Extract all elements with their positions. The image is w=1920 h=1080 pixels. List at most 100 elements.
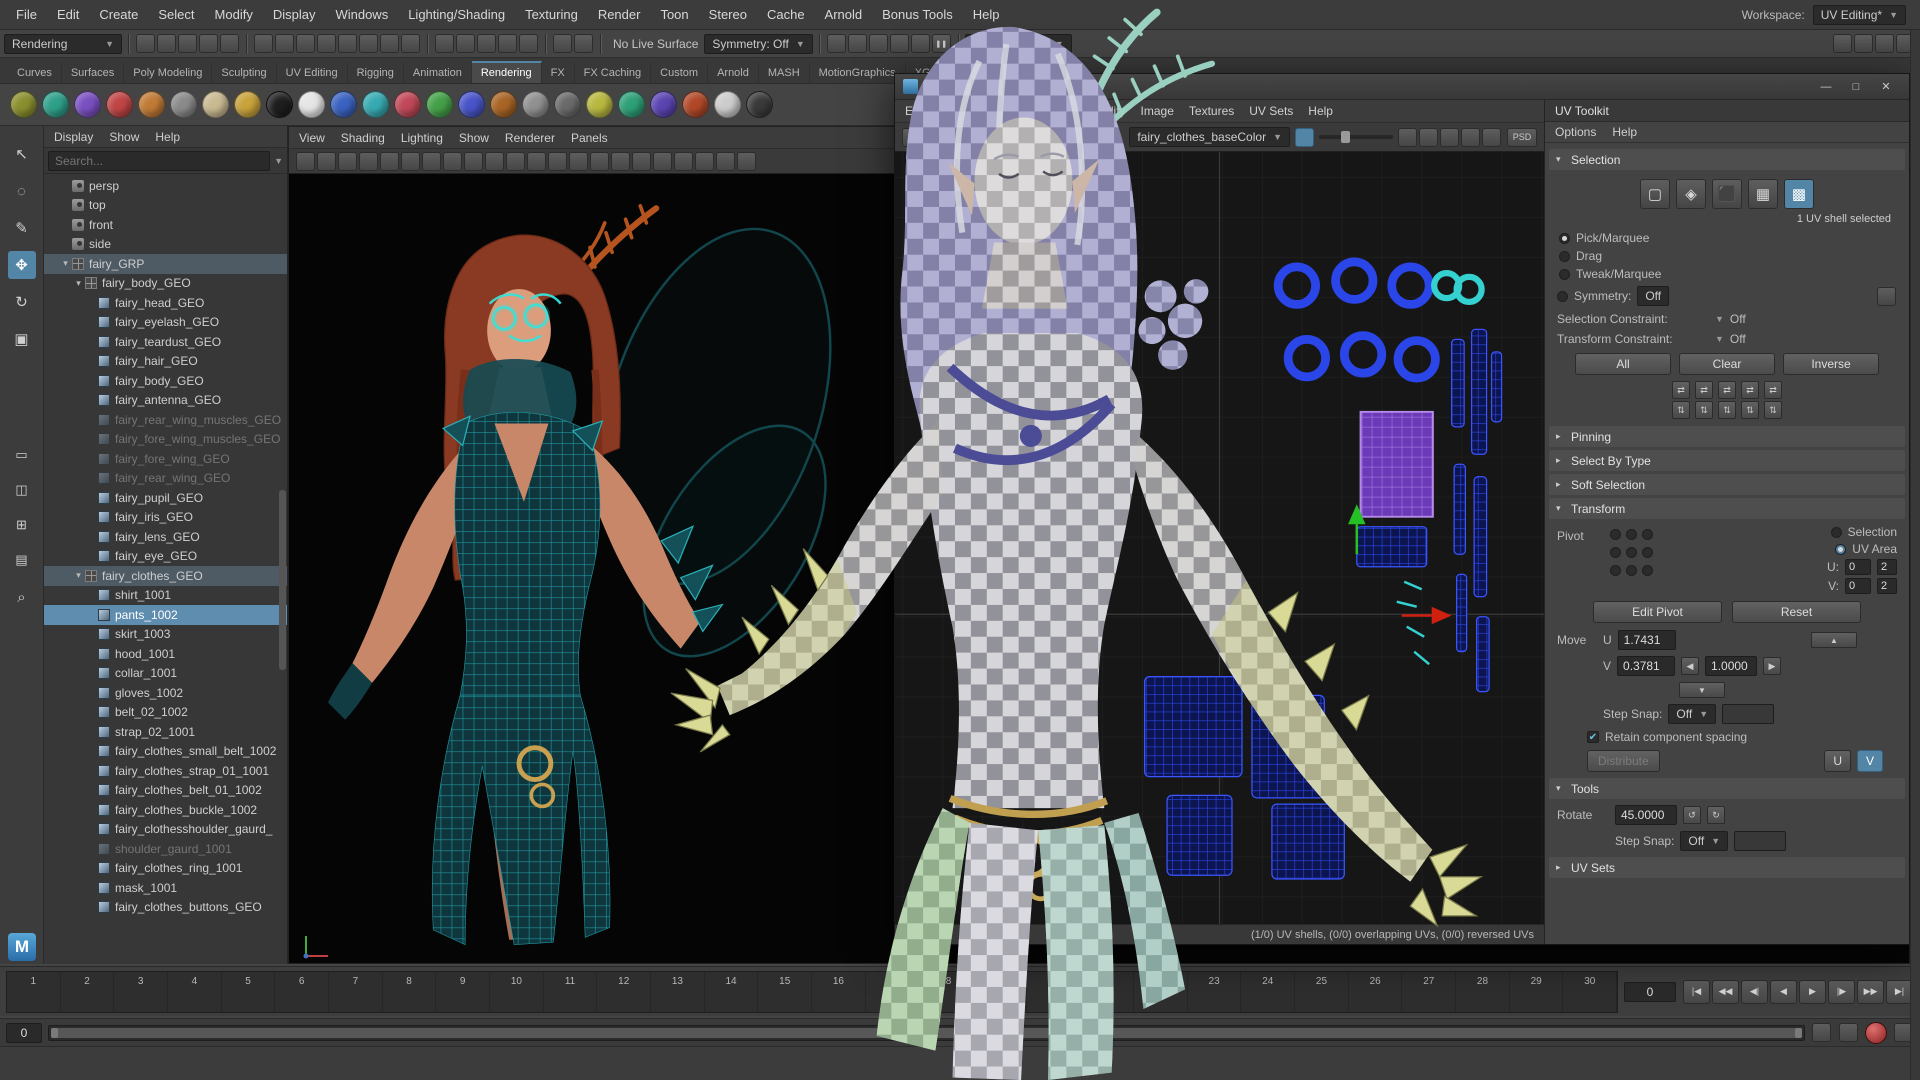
outliner-item[interactable]: ▾ fairy_iris_GEO bbox=[44, 508, 287, 528]
shelf-tool-icon[interactable] bbox=[522, 91, 549, 118]
move-up-button[interactable]: ▲ bbox=[1811, 632, 1857, 648]
radio-row[interactable]: Drag bbox=[1559, 247, 1895, 265]
select-camera-icon[interactable] bbox=[296, 152, 315, 171]
pixel-snap-icon[interactable] bbox=[1440, 128, 1459, 147]
frame-tick[interactable]: 19 bbox=[973, 972, 1027, 1012]
shelf-tab[interactable]: Custom bbox=[651, 63, 708, 83]
viewport-menu-item[interactable]: Lighting bbox=[401, 131, 443, 145]
shelf-tool-icon[interactable] bbox=[490, 91, 517, 118]
menu-item[interactable]: Texturing bbox=[515, 0, 588, 30]
update-psd-button[interactable]: PSD bbox=[1507, 128, 1537, 147]
open-scene-icon[interactable] bbox=[157, 34, 176, 53]
show-modeling-toolkit-icon[interactable] bbox=[1833, 34, 1852, 53]
All[interactable]: All bbox=[1575, 353, 1671, 375]
outliner-item[interactable]: ▾ fairy_hair_GEO bbox=[44, 352, 287, 372]
shelf-tool-icon[interactable] bbox=[138, 91, 165, 118]
step-back-key-button[interactable]: ◀| bbox=[1741, 980, 1768, 1004]
collapsed-section-header[interactable]: ▸Select By Type bbox=[1549, 450, 1905, 471]
frame-tick[interactable]: 12 bbox=[597, 972, 651, 1012]
outliner-item[interactable]: ▾ side bbox=[44, 235, 287, 255]
move-step-field[interactable]: 1.0000 bbox=[1705, 656, 1757, 676]
menu-item[interactable]: Edit bbox=[47, 0, 89, 30]
shelf-tool-icon[interactable] bbox=[714, 91, 741, 118]
shelf-tool-icon[interactable] bbox=[42, 91, 69, 118]
outliner-item[interactable]: ▾ skirt_1003 bbox=[44, 625, 287, 645]
outliner-item[interactable]: ▾ fairy_body_GEO bbox=[44, 371, 287, 391]
section-selection[interactable]: ▾Selection bbox=[1549, 149, 1905, 170]
shelf-tool-icon[interactable] bbox=[10, 91, 37, 118]
frame-tick[interactable]: 16 bbox=[812, 972, 866, 1012]
shadows-icon[interactable] bbox=[674, 152, 693, 171]
frame-tick[interactable]: 8 bbox=[383, 972, 437, 1012]
outliner-item[interactable]: ▾ strap_02_1001 bbox=[44, 722, 287, 742]
menu-item[interactable]: Display bbox=[263, 0, 326, 30]
menu-item[interactable]: File bbox=[6, 0, 47, 30]
outliner-item[interactable]: ▾ fairy_eyelash_GEO bbox=[44, 313, 287, 333]
frame-strip[interactable]: 1234567891011121314151617181920212223242… bbox=[6, 971, 1618, 1013]
menu-item[interactable]: Lighting/Shading bbox=[398, 0, 515, 30]
render-view-icon[interactable] bbox=[911, 34, 930, 53]
pivot-position-grid[interactable] bbox=[1607, 525, 1655, 579]
viewport-menu-item[interactable]: Show bbox=[459, 131, 489, 145]
frame-tick[interactable]: 9 bbox=[436, 972, 490, 1012]
play-backward-button[interactable]: ◀ bbox=[1770, 980, 1797, 1004]
outliner-item[interactable]: ▾ shoulder_gaurd_1001 bbox=[44, 839, 287, 859]
zoom-icon[interactable]: ⌕ bbox=[8, 583, 36, 611]
shelf-tab[interactable]: Sculpting bbox=[212, 63, 276, 83]
viewport-menu-item[interactable]: Shading bbox=[341, 131, 385, 145]
screen-space-ao-icon[interactable] bbox=[695, 152, 714, 171]
move-u-field[interactable]: 1.7431 bbox=[1618, 630, 1676, 650]
rotate-cw-icon[interactable] bbox=[965, 128, 984, 147]
shelf-tool-icon[interactable] bbox=[234, 91, 261, 118]
play-forward-button[interactable]: ▶ bbox=[1799, 980, 1826, 1004]
rotate-step-snap-dropdown[interactable]: Off▼ bbox=[1680, 831, 1728, 851]
expand-icon[interactable]: ▾ bbox=[59, 258, 72, 269]
construction-history-icon[interactable] bbox=[574, 34, 593, 53]
rotate-tool-icon[interactable]: ↻ bbox=[8, 288, 36, 316]
shelf-tool-icon[interactable] bbox=[170, 91, 197, 118]
pause-viewport-button[interactable]: ❚❚ bbox=[932, 34, 951, 53]
reset-pivot-button[interactable]: Reset bbox=[1732, 601, 1861, 623]
radio-icon[interactable] bbox=[1559, 269, 1570, 280]
shelf-tool-icon[interactable] bbox=[554, 91, 581, 118]
step-forward-frame-button[interactable]: ▶▶ bbox=[1857, 980, 1884, 1004]
shelf-tool-icon[interactable] bbox=[394, 91, 421, 118]
two-pane-layout-icon[interactable]: ◫ bbox=[8, 476, 36, 504]
shelf-tab[interactable]: UV Editing bbox=[277, 63, 348, 83]
outliner-item[interactable]: ▾ collar_1001 bbox=[44, 664, 287, 684]
outliner-item[interactable]: ▾ fairy_clothes_GEO bbox=[44, 566, 287, 586]
search-input[interactable] bbox=[48, 151, 270, 171]
shelf-tab[interactable]: Poly Modeling bbox=[124, 63, 212, 83]
frame-tick[interactable]: 29 bbox=[1510, 972, 1564, 1012]
outliner-item[interactable]: ▾ fairy_fore_wing_muscles_GEO bbox=[44, 430, 287, 450]
shelf-tool-icon[interactable] bbox=[746, 91, 773, 118]
playback-options-icon[interactable] bbox=[1812, 1023, 1831, 1042]
section-tools[interactable]: ▾Tools bbox=[1549, 778, 1905, 799]
outliner-scrollbar[interactable] bbox=[279, 490, 286, 670]
shelf-tab[interactable]: FX bbox=[542, 63, 575, 83]
uv-menu-item[interactable]: Image bbox=[1141, 104, 1174, 118]
outliner-item[interactable]: ▾ belt_02_1002 bbox=[44, 703, 287, 723]
shelf-tool-icon[interactable] bbox=[650, 91, 677, 118]
render-settings-icon[interactable] bbox=[869, 34, 888, 53]
frame-tick[interactable]: 10 bbox=[490, 972, 544, 1012]
uv-menu-item[interactable]: Modify bbox=[1090, 104, 1125, 118]
hypershade-icon[interactable] bbox=[890, 34, 909, 53]
select-mask-deformations-icon[interactable] bbox=[380, 34, 399, 53]
convert-to-face-icon[interactable]: ⇄ bbox=[1718, 381, 1736, 399]
shelf-tab[interactable]: MASH bbox=[759, 63, 810, 83]
shelf-tool-icon[interactable] bbox=[74, 91, 101, 118]
shelf-tab[interactable]: MotionGraphics bbox=[810, 63, 906, 83]
step-snap-dropdown[interactable]: Off▼ bbox=[1668, 704, 1716, 724]
range-slider[interactable] bbox=[48, 1025, 1805, 1041]
flip-u-icon[interactable] bbox=[902, 128, 921, 147]
range-slider-thumb[interactable] bbox=[51, 1028, 1802, 1038]
pivot-v2-field[interactable]: 2 bbox=[1877, 578, 1897, 594]
lasso-tool-icon[interactable]: ◌ bbox=[8, 177, 36, 205]
workspace-selector[interactable]: Workspace: UV Editing*▼ bbox=[1742, 0, 1906, 30]
outliner-menu-item[interactable]: Help bbox=[155, 130, 180, 144]
grow-selection-icon[interactable]: ⇅ bbox=[1672, 401, 1690, 419]
outliner-item[interactable]: ▾ shirt_1001 bbox=[44, 586, 287, 606]
distribute-v-button[interactable]: V bbox=[1857, 750, 1883, 772]
close-button[interactable]: ✕ bbox=[1871, 77, 1901, 97]
